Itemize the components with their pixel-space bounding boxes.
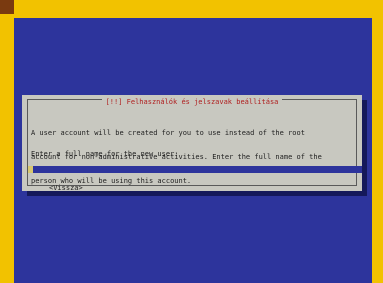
text-cursor <box>28 166 33 173</box>
full-name-prompt: Enter a full name for the new user: <box>31 150 179 158</box>
full-name-input[interactable] <box>28 166 362 173</box>
installer-screen: [!!] Felhasználók és jelszavak beállítás… <box>14 18 372 283</box>
dialog-border: [!!] Felhasználók és jelszavak beállítás… <box>27 98 362 192</box>
user-setup-dialog: [!!] Felhasználók és jelszavak beállítás… <box>22 95 362 192</box>
window-corner-icon <box>0 0 14 14</box>
description-line: A user account will be created for you t… <box>31 129 305 137</box>
dialog-title-bar: [!!] Felhasználók és jelszavak beállítás… <box>28 98 356 106</box>
back-button[interactable]: <Vissza> <box>49 184 83 192</box>
dialog-title: [!!] Felhasználók és jelszavak beállítás… <box>101 98 283 106</box>
